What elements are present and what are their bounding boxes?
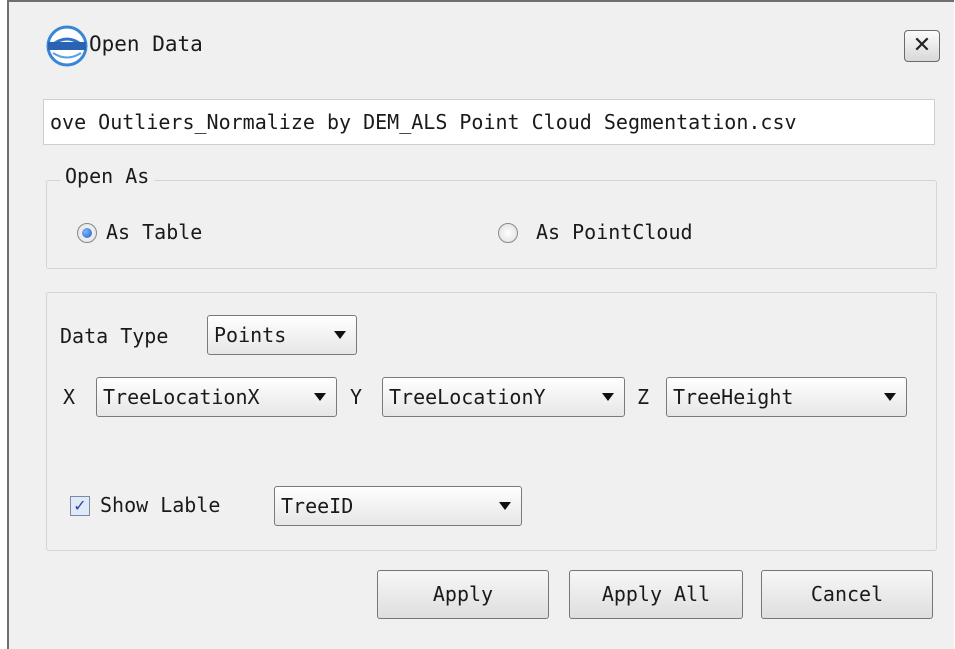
app-logo-icon bbox=[46, 25, 88, 67]
chevron-down-icon bbox=[314, 393, 326, 401]
chevron-down-icon bbox=[334, 331, 346, 339]
z-field-value: TreeHeight bbox=[673, 385, 794, 409]
close-icon: ✕ bbox=[912, 33, 932, 58]
as-table-radio[interactable] bbox=[77, 223, 97, 243]
open-data-dialog: Open Data ✕ ove Outliers_Normalize by DE… bbox=[7, 0, 954, 649]
y-axis-label: Y bbox=[350, 385, 363, 409]
x-field-select[interactable]: TreeLocationX bbox=[96, 377, 337, 417]
z-axis-label: Z bbox=[637, 385, 650, 409]
title-bar: Open Data ✕ bbox=[9, 2, 954, 90]
chevron-down-icon bbox=[602, 393, 614, 401]
data-type-value: Points bbox=[214, 323, 287, 347]
dialog-title: Open Data bbox=[89, 32, 203, 56]
y-field-value: TreeLocationY bbox=[389, 385, 546, 409]
as-pointcloud-radio[interactable] bbox=[498, 223, 518, 243]
label-field-value: TreeID bbox=[281, 494, 354, 518]
x-axis-label: X bbox=[63, 385, 76, 409]
show-label-text[interactable]: Show Lable bbox=[100, 493, 220, 517]
data-type-label: Data Type bbox=[60, 324, 169, 348]
apply-button[interactable]: Apply bbox=[377, 570, 549, 619]
z-field-select[interactable]: TreeHeight bbox=[666, 377, 907, 417]
as-table-label[interactable]: As Table bbox=[106, 220, 202, 244]
open-as-legend: Open As bbox=[60, 164, 155, 188]
data-type-select[interactable]: Points bbox=[207, 315, 357, 355]
cancel-button[interactable]: Cancel bbox=[761, 570, 933, 619]
apply-all-button[interactable]: Apply All bbox=[569, 570, 743, 619]
x-field-value: TreeLocationX bbox=[103, 385, 260, 409]
close-button[interactable]: ✕ bbox=[904, 30, 940, 62]
show-label-checkbox[interactable]: ✓ bbox=[70, 496, 90, 516]
label-field-select[interactable]: TreeID bbox=[274, 486, 522, 526]
file-path-field[interactable]: ove Outliers_Normalize by DEM_ALS Point … bbox=[43, 99, 935, 145]
chevron-down-icon bbox=[499, 502, 511, 510]
chevron-down-icon bbox=[884, 393, 896, 401]
as-pointcloud-label[interactable]: As PointCloud bbox=[536, 220, 693, 244]
y-field-select[interactable]: TreeLocationY bbox=[382, 377, 625, 417]
